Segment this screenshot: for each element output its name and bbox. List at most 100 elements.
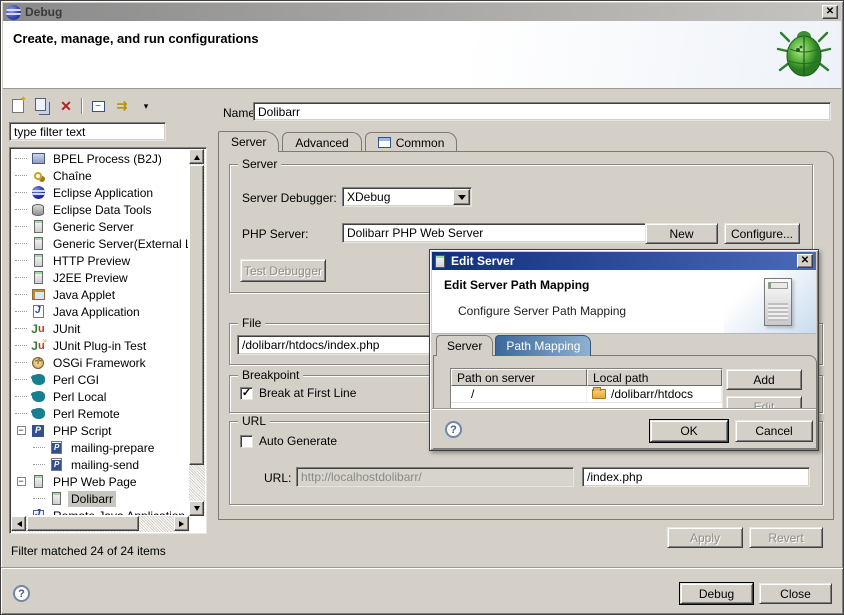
duplicate-configuration-button[interactable]: [33, 97, 51, 115]
new-configuration-button[interactable]: [9, 97, 27, 115]
dialog-title: Edit Server: [451, 254, 514, 268]
tree-vertical-scrollbar[interactable]: [189, 149, 205, 516]
tree-item-junit[interactable]: JUnit: [12, 320, 188, 337]
dialog-help-button[interactable]: ?: [445, 421, 462, 438]
collapse-all-button[interactable]: −: [89, 97, 107, 115]
scrollbar-thumb[interactable]: [27, 516, 139, 531]
break-at-first-line-checkbox[interactable]: ✓ Break at First Line: [240, 386, 356, 400]
config-tabs: Server Advanced Common: [218, 132, 460, 152]
database-icon: [30, 202, 46, 217]
revert-button[interactable]: Revert: [749, 527, 823, 548]
scroll-left-button[interactable]: [11, 516, 26, 531]
chevron-down-icon: ▾: [144, 101, 149, 112]
dialog-tab-path-mapping[interactable]: Path Mapping: [495, 335, 591, 356]
tree-item-perl-remote[interactable]: Perl Remote: [12, 405, 188, 422]
tree-item-generic-server-external[interactable]: Generic Server(External La: [12, 235, 188, 252]
break-at-first-line-label: Break at First Line: [259, 386, 356, 400]
filter-input[interactable]: [9, 122, 166, 141]
filter-launch-configurations-button[interactable]: ⇉: [113, 97, 131, 115]
auto-generate-checkbox[interactable]: Auto Generate: [240, 434, 337, 448]
apply-button[interactable]: Apply: [667, 527, 743, 548]
tree-item-http-preview[interactable]: HTTP Preview: [12, 252, 188, 269]
collapse-all-icon: −: [92, 101, 105, 112]
tree-item-perl-local[interactable]: Perl Local: [12, 388, 188, 405]
scrollbar-thumb[interactable]: [189, 165, 204, 465]
ok-button[interactable]: OK: [650, 420, 728, 442]
tree-item-osgi-framework[interactable]: OSGi Framework: [12, 354, 188, 371]
scroll-up-button[interactable]: [189, 149, 204, 164]
server-group-legend: Server: [238, 157, 281, 171]
remote-java-icon: [30, 508, 46, 515]
cancel-button[interactable]: Cancel: [735, 420, 813, 442]
new-server-button[interactable]: New: [645, 223, 718, 244]
server-icon: [48, 491, 64, 506]
filter-status: Filter matched 24 of 24 items: [11, 544, 166, 558]
toolbar-menu-dropdown[interactable]: ▾: [137, 97, 155, 115]
url-input[interactable]: [296, 467, 574, 487]
tree-item-chaine[interactable]: Chaîne: [12, 167, 188, 184]
close-window-button[interactable]: ✕: [822, 5, 838, 19]
tab-common[interactable]: Common: [365, 132, 458, 152]
junit-icon: [30, 321, 46, 336]
dialog-heading: Edit Server Path Mapping: [444, 278, 589, 292]
server-icon: [30, 253, 46, 268]
perl-camel-icon: [30, 372, 46, 387]
tree-item-php-script[interactable]: −PHP Script: [12, 422, 188, 439]
tree-item-j2ee-preview[interactable]: J2EE Preview: [12, 269, 188, 286]
column-header-local-path[interactable]: Local path: [587, 369, 722, 386]
table-icon: [378, 137, 391, 148]
perl-camel-icon: [30, 406, 46, 421]
tree-item-java-application[interactable]: Java Application: [12, 303, 188, 320]
tree-item-eclipse-application[interactable]: Eclipse Application: [12, 184, 188, 201]
help-icon: ?: [450, 424, 457, 436]
server-path-cell: /: [451, 386, 587, 402]
scroll-right-button[interactable]: [174, 516, 189, 531]
column-header-path-on-server[interactable]: Path on server: [451, 369, 587, 386]
debug-button[interactable]: Debug: [680, 583, 753, 604]
tree-item-perl-cgi[interactable]: Perl CGI: [12, 371, 188, 388]
tab-advanced[interactable]: Advanced: [282, 132, 361, 152]
tree-item-eclipse-data-tools[interactable]: Eclipse Data Tools: [12, 201, 188, 218]
tree-item-dolibarr[interactable]: Dolibarr: [12, 490, 188, 507]
tree-item-bpel-process[interactable]: BPEL Process (B2J): [12, 150, 188, 167]
test-debugger-button[interactable]: Test Debugger: [240, 259, 326, 282]
scroll-down-button[interactable]: [189, 501, 204, 516]
name-input[interactable]: [253, 102, 831, 121]
tree-item-mailing-prepare[interactable]: mailing-prepare: [12, 439, 188, 456]
title-bar: Debug ✕: [3, 3, 841, 21]
applet-icon: [30, 287, 46, 302]
server-icon: [30, 474, 46, 489]
server-icon: [30, 270, 46, 285]
configure-server-button[interactable]: Configure...: [724, 223, 800, 244]
bpel-process-icon: [30, 151, 46, 166]
tree-item-php-web-page[interactable]: −PHP Web Page: [12, 473, 188, 490]
tree-item-mailing-send[interactable]: mailing-send: [12, 456, 188, 473]
tree-item-junit-plugin-test[interactable]: »JUnit Plug-in Test: [12, 337, 188, 354]
collapse-expander[interactable]: −: [17, 477, 26, 486]
delete-icon: ✕: [60, 98, 72, 115]
add-mapping-button[interactable]: Add: [726, 369, 802, 390]
configurations-toolbar: ✕ − ⇉ ▾: [9, 95, 155, 117]
edit-server-dialog: Edit Server ✕ Edit Server Path Mapping C…: [429, 249, 819, 451]
close-icon: ✕: [801, 256, 809, 266]
collapse-expander[interactable]: −: [17, 426, 26, 435]
dialog-tab-server[interactable]: Server: [436, 335, 493, 356]
tree-item-generic-server[interactable]: Generic Server: [12, 218, 188, 235]
chevron-down-icon[interactable]: [453, 189, 470, 205]
dialog-close-button[interactable]: ✕: [797, 254, 813, 268]
php-server-combo[interactable]: Dolibarr PHP Web Server: [342, 223, 670, 243]
delete-configuration-button[interactable]: ✕: [57, 97, 75, 115]
url-group-legend: URL: [238, 414, 270, 428]
tree-rows: BPEL Process (B2J) Chaîne Eclipse Applic…: [12, 150, 188, 515]
tree-item-remote-java-application[interactable]: Remote Java Application: [12, 507, 188, 515]
url-path-input[interactable]: [582, 467, 810, 487]
tree-item-java-applet[interactable]: Java Applet: [12, 286, 188, 303]
server-debugger-combo[interactable]: XDebug: [342, 187, 472, 207]
help-button[interactable]: ?: [13, 585, 30, 602]
tab-server[interactable]: Server: [218, 131, 279, 152]
close-button[interactable]: Close: [759, 583, 832, 604]
dialog-button-bar: ? OK Cancel: [432, 409, 816, 448]
tree-horizontal-scrollbar[interactable]: [11, 516, 189, 532]
table-row[interactable]: / /dolibarr/htdocs: [451, 386, 722, 403]
php-script-icon: [30, 423, 46, 438]
